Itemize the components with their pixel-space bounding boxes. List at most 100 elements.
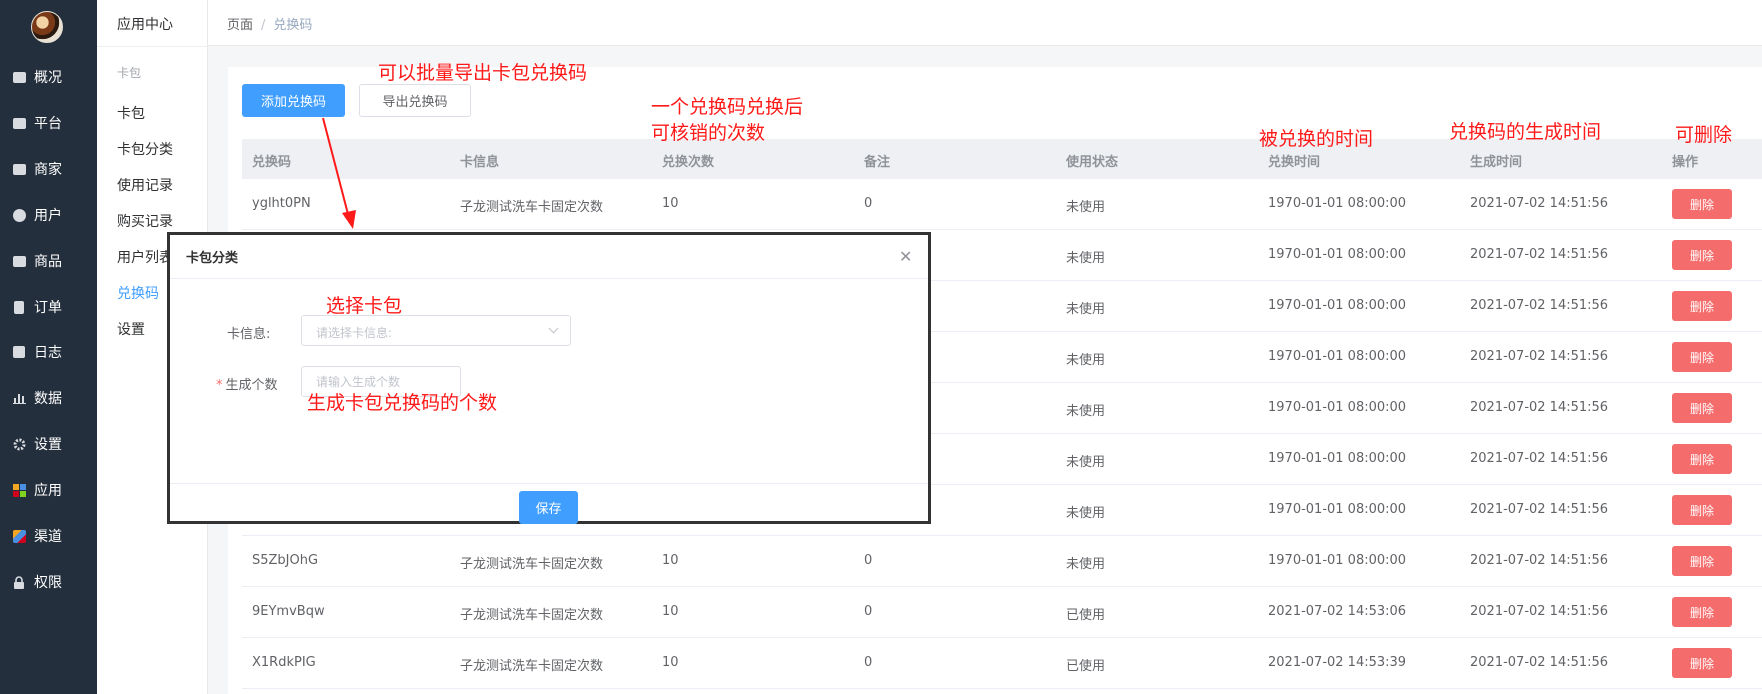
table-row: yglht0PN 子龙测试洗车卡固定次数 10 0 未使用 1970-01-01 08:0… xyxy=(242,179,1762,230)
submenu-item-user-list[interactable]: 用户列表 xyxy=(117,247,173,267)
cell-created-time: 2021-07-02 14:51:56 xyxy=(1470,451,1609,466)
column-header-created-time: 生成时间 xyxy=(1470,155,1523,170)
card-info-label: 卡信息: xyxy=(227,327,271,342)
nav-item-product[interactable]: 商品 xyxy=(0,241,97,281)
export-redeem-code-button[interactable]: 导出兑换码 xyxy=(359,84,471,117)
delete-button[interactable]: 删除 xyxy=(1672,342,1732,372)
count-label-text: 生成个数 xyxy=(225,378,278,393)
submenu-title: 应用中心 xyxy=(117,17,173,33)
cell-redeem-times: 10 xyxy=(662,196,679,211)
divider xyxy=(170,278,928,279)
product-icon xyxy=(12,254,26,268)
nav-item-label: 用户 xyxy=(34,208,62,224)
cell-created-time: 2021-07-02 14:51:56 xyxy=(1470,298,1609,313)
cell-redeem-time: 1970-01-01 08:00:00 xyxy=(1268,349,1407,364)
main-nav: 概况 平台 商家 用户 商品 订单 日志 数据 设置 应用 渠道 权限 xyxy=(0,0,97,694)
delete-button[interactable]: 删除 xyxy=(1672,495,1732,525)
cell-created-time: 2021-07-02 14:51:56 xyxy=(1470,604,1609,619)
cell-code: 9EYmvBqw xyxy=(252,604,325,619)
cell-redeem-time: 2021-07-02 14:53:06 xyxy=(1268,604,1407,619)
delete-button[interactable]: 删除 xyxy=(1672,393,1732,423)
table-row: X1RdkPIG 子龙测试洗车卡固定次数 10 0 已使用 2021-07-02 14:5… xyxy=(242,638,1762,689)
cell-redeem-time: 1970-01-01 08:00:00 xyxy=(1268,502,1407,517)
annotation-created-time: 兑换码的生成时间 xyxy=(1449,121,1602,143)
delete-button[interactable]: 删除 xyxy=(1672,546,1732,576)
nav-item-label: 商家 xyxy=(34,162,62,178)
cell-redeem-times: 10 xyxy=(662,655,679,670)
card-info-select[interactable]: 请选择卡信息: xyxy=(301,315,571,346)
nav-item-apps[interactable]: 应用 xyxy=(0,470,97,510)
delete-button[interactable]: 删除 xyxy=(1672,597,1732,627)
breadcrumb: 页面 / 兑换码 xyxy=(227,14,312,33)
divider xyxy=(97,46,208,47)
cell-redeem-time: 1970-01-01 08:00:00 xyxy=(1268,400,1407,415)
cell-status: 未使用 xyxy=(1066,506,1106,521)
cell-status: 未使用 xyxy=(1066,200,1106,215)
cell-code: X1RdkPIG xyxy=(252,655,316,670)
nav-item-order[interactable]: 订单 xyxy=(0,287,97,327)
delete-button[interactable]: 删除 xyxy=(1672,648,1732,678)
delete-button[interactable]: 删除 xyxy=(1672,189,1732,219)
cell-redeem-time: 1970-01-01 08:00:00 xyxy=(1268,298,1407,313)
cell-redeem-time: 2021-07-02 14:53:39 xyxy=(1268,655,1407,670)
lock-icon xyxy=(12,575,26,589)
nav-item-data[interactable]: 数据 xyxy=(0,378,97,418)
nav-item-platform[interactable]: 平台 xyxy=(0,103,97,143)
monitor-icon xyxy=(12,116,26,130)
nav-item-label: 数据 xyxy=(34,391,62,407)
nav-item-permission[interactable]: 权限 xyxy=(0,562,97,602)
close-icon[interactable]: ✕ xyxy=(899,249,912,265)
table-row: 9EYmvBqw 子龙测试洗车卡固定次数 10 0 已使用 2021-07-02 14:5… xyxy=(242,587,1762,638)
user-icon xyxy=(12,208,26,222)
breadcrumb-root[interactable]: 页面 xyxy=(227,18,253,33)
delete-button[interactable]: 删除 xyxy=(1672,240,1732,270)
cell-created-time: 2021-07-02 14:51:56 xyxy=(1470,502,1609,517)
submenu-item-card[interactable]: 卡包 xyxy=(117,103,145,123)
nav-item-merchant[interactable]: 商家 xyxy=(0,149,97,189)
dialog-title: 卡包分类 xyxy=(186,251,239,266)
cell-status: 未使用 xyxy=(1066,404,1106,419)
column-header-code: 兑换码 xyxy=(252,155,292,170)
nav-item-label: 日志 xyxy=(34,345,62,361)
cell-created-time: 2021-07-02 14:51:56 xyxy=(1470,655,1609,670)
cell-status: 已使用 xyxy=(1066,608,1106,623)
count-label: * 生成个数 xyxy=(216,374,278,393)
store-icon xyxy=(12,162,26,176)
top-bar: 页面 / 兑换码 xyxy=(208,0,1762,46)
nav-item-overview[interactable]: 概况 xyxy=(0,57,97,97)
nav-item-user[interactable]: 用户 xyxy=(0,195,97,235)
submenu-item-card-category[interactable]: 卡包分类 xyxy=(117,139,173,159)
cell-created-time: 2021-07-02 14:51:56 xyxy=(1470,349,1609,364)
column-header-status: 使用状态 xyxy=(1066,155,1119,170)
delete-button[interactable]: 删除 xyxy=(1672,444,1732,474)
nav-item-channel[interactable]: 渠道 xyxy=(0,516,97,556)
delete-button[interactable]: 删除 xyxy=(1672,291,1732,321)
nav-item-label: 渠道 xyxy=(34,529,62,545)
column-header-actions: 操作 xyxy=(1672,155,1699,170)
gear-icon xyxy=(12,437,26,451)
card-category-dialog: 卡包分类 ✕ 卡信息: 请选择卡信息: *生成个数 保存 xyxy=(167,232,931,524)
cell-remark: 0 xyxy=(864,604,873,619)
submenu-group-label: 卡包 xyxy=(117,66,142,80)
nav-item-label: 权限 xyxy=(34,575,62,591)
chart-icon xyxy=(12,391,26,405)
nav-item-settings[interactable]: 设置 xyxy=(0,424,97,464)
nav-item-label: 概况 xyxy=(34,70,62,86)
annotation-select-card: 选择卡包 xyxy=(326,295,403,317)
cell-status: 未使用 xyxy=(1066,455,1106,470)
nav-item-label: 商品 xyxy=(34,254,62,270)
submenu-item-redeem-code[interactable]: 兑换码 xyxy=(117,283,159,303)
save-button[interactable]: 保存 xyxy=(519,491,578,524)
add-redeem-code-button[interactable]: 添加兑换码 xyxy=(242,84,345,117)
cell-code: S5ZbJOhG xyxy=(252,553,319,568)
submenu-item-purchase-records[interactable]: 购买记录 xyxy=(117,211,173,231)
nav-item-log[interactable]: 日志 xyxy=(0,332,97,372)
cell-redeem-time: 1970-01-01 08:00:00 xyxy=(1268,196,1407,211)
column-header-remark: 备注 xyxy=(864,155,891,170)
cell-created-time: 2021-07-02 14:51:56 xyxy=(1470,247,1609,262)
channel-cube-icon xyxy=(12,529,26,543)
cell-status: 已使用 xyxy=(1066,659,1106,674)
submenu-item-usage-records[interactable]: 使用记录 xyxy=(117,175,173,195)
submenu-item-settings[interactable]: 设置 xyxy=(117,319,145,339)
column-header-redeem-time: 兑换时间 xyxy=(1268,155,1321,170)
